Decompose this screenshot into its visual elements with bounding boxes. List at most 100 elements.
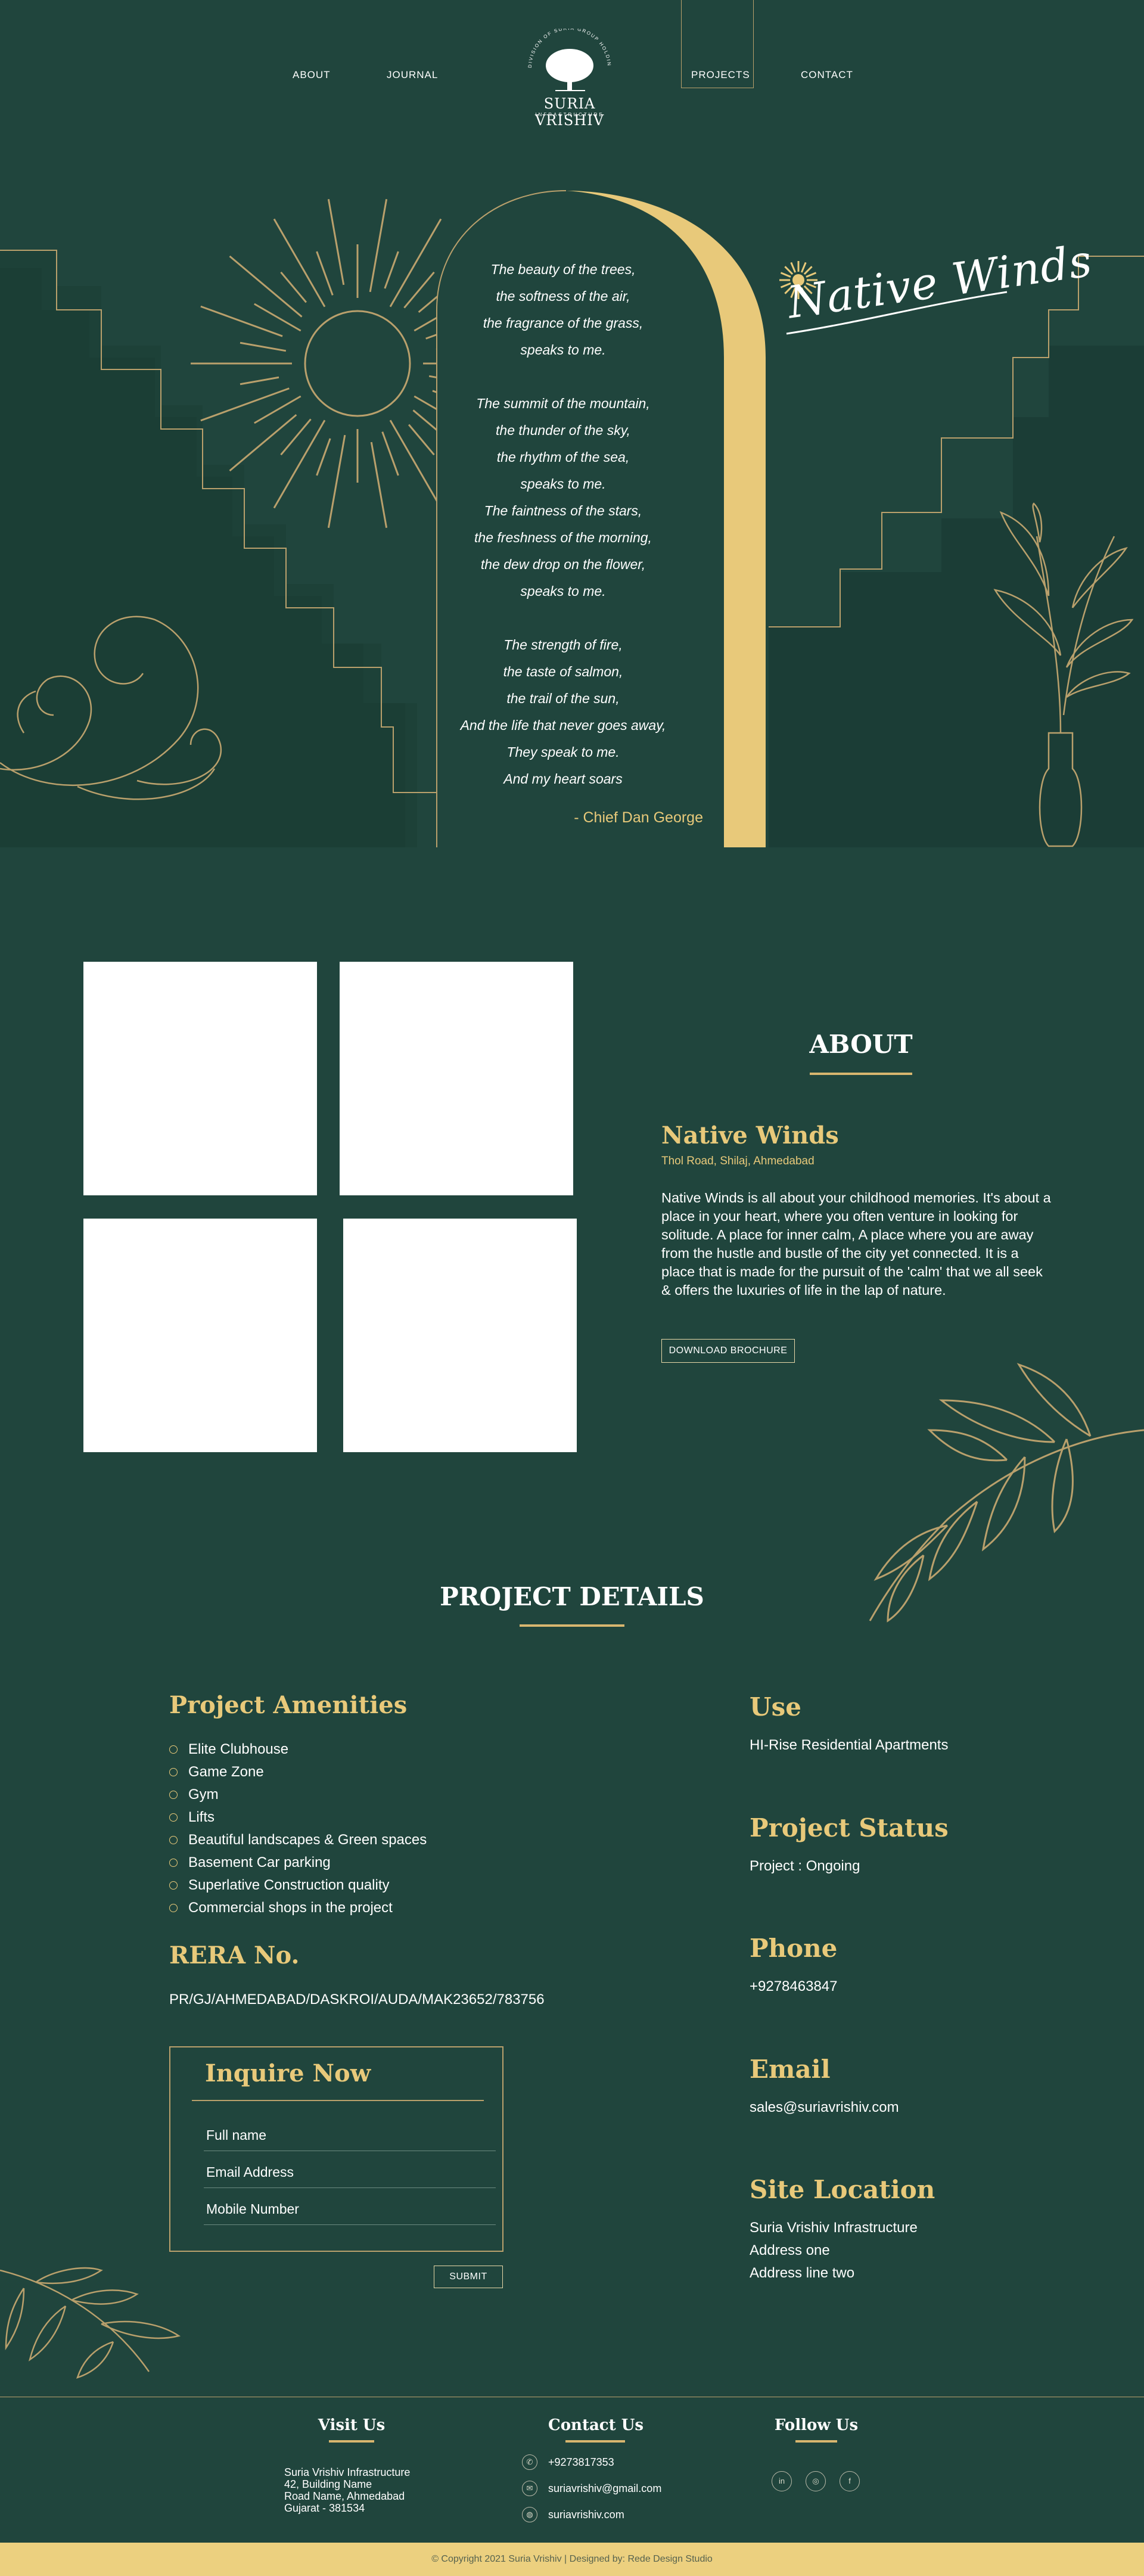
use-title: Use [750, 1692, 801, 1722]
project-details-heading: PROJECT DETAILS [440, 1582, 704, 1611]
facebook-icon[interactable]: f [840, 2471, 860, 2491]
leaf-branch-decoration [869, 1363, 1144, 1623]
use-value: HI-Rise Residential Apartments [750, 1737, 949, 1753]
project-name: Native Winds [661, 1121, 839, 1149]
footer-contact-phone[interactable]: ✆ +9273817353 [522, 2454, 725, 2481]
amenity-item: Gym [169, 1783, 622, 1806]
email-value[interactable]: sales@suriavrishiv.com [750, 2096, 899, 2119]
sun-ray [790, 262, 797, 273]
email-address-field[interactable]: Email Address [204, 2151, 496, 2188]
sun-ray [800, 262, 807, 273]
site-location-line: Address line two [750, 2265, 855, 2281]
gallery-image-4[interactable] [343, 1219, 577, 1452]
rera-number: PR/GJ/AHMEDABAD/DASKROI/AUDA/MAK23652/78… [169, 1991, 545, 2008]
site-location-lines: Suria Vrishiv Infrastructure Address one… [750, 2217, 918, 2285]
nav-projects[interactable]: PROJECTS [691, 69, 750, 81]
phone-title: Phone [750, 1934, 838, 1963]
poem-stanza: The strength of fire, the taste of salmo… [460, 637, 666, 787]
site-location-title: Site Location [750, 2175, 935, 2204]
about-description: Native Winds is all about your childhood… [661, 1190, 1051, 1298]
sun-ray [370, 442, 388, 529]
footer: Visit Us Suria Vrishiv Infrastructure 42… [0, 2397, 1144, 2543]
footer-website-text: suriavrishiv.com [548, 2509, 624, 2521]
footer-address-line: Road Name, Ahmedabad [284, 2490, 405, 2502]
footer-address-line: 42, Building Name [284, 2478, 372, 2490]
download-brochure-button[interactable]: DOWNLOAD BROCHURE [661, 1339, 795, 1363]
tree-icon: DIVISION OF SURIA GROUP HOLDINGS [520, 29, 611, 91]
project-details-underline [520, 1624, 624, 1627]
leaf-branch-bottom-decoration [0, 2267, 181, 2379]
email-title: Email [750, 2055, 831, 2084]
footer-contact-underline [565, 2440, 625, 2443]
poem-stanza: The beauty of the trees, the softness of… [483, 262, 644, 358]
about-heading-underline [810, 1073, 912, 1075]
footer-follow-title: Follow Us [774, 2416, 859, 2434]
nav-about[interactable]: ABOUT [293, 69, 331, 81]
nav-journal[interactable]: JOURNAL [387, 69, 438, 81]
footer-contact-title: Contact Us [548, 2416, 644, 2434]
poem: The beauty of the trees, the softness of… [441, 256, 685, 819]
poem-author: - Chief Dan George [574, 809, 703, 826]
gallery-image-2[interactable] [340, 962, 573, 1195]
inquiry-form: Inquire Now Full name Email Address Mobi… [169, 2046, 503, 2252]
inquiry-form-title: Inquire Now [205, 2059, 371, 2087]
footer-follow-underline [795, 2440, 837, 2443]
footer-contact-list: ✆ +9273817353 ✉ suriavrishiv@gmail.com ◍… [522, 2454, 725, 2533]
footer-contact-website[interactable]: ◍ suriavrishiv.com [522, 2507, 725, 2533]
site-location-line: Address one [750, 2242, 830, 2258]
rera-title: RERA No. [169, 1941, 300, 1969]
linkedin-icon[interactable]: in [772, 2471, 792, 2491]
mobile-number-field[interactable]: Mobile Number [204, 2188, 496, 2225]
hero-section: ABOUT JOURNAL PROJECTS CONTACT DIVISION … [0, 0, 1144, 847]
amenity-item: Elite Clubhouse [169, 1738, 622, 1761]
sun-ray [316, 438, 331, 476]
sun-ray [200, 387, 290, 422]
submit-button[interactable]: SUBMIT [434, 2266, 503, 2288]
poem-stanza: The summit of the mountain, the thunder … [474, 396, 652, 599]
amenity-item: Game Zone [169, 1761, 622, 1783]
sun-ray [327, 198, 345, 285]
about-heading: ABOUT [809, 1030, 913, 1059]
status-title: Project Status [750, 1813, 949, 1842]
instagram-icon[interactable]: ◎ [806, 2471, 826, 2491]
footer-address-line: Suria Vrishiv Infrastructure [284, 2466, 411, 2478]
sun-ray [316, 251, 334, 296]
form-title-divider [192, 2100, 484, 2101]
sun-ray [327, 434, 346, 529]
phone-value[interactable]: +9278463847 [750, 1975, 838, 1998]
amenities-list: Elite Clubhouse Game Zone Gym Lifts Beau… [169, 1738, 622, 1919]
sun-ray [381, 431, 399, 476]
sun-ray [254, 303, 301, 332]
nav-contact[interactable]: CONTACT [801, 69, 853, 81]
footer-visit-title: Visit Us [318, 2416, 386, 2434]
amenity-item: Basement Car parking [169, 1851, 622, 1874]
amenity-item: Lifts [169, 1806, 622, 1829]
gallery-image-3[interactable] [83, 1219, 317, 1452]
sun-ray [803, 266, 813, 275]
sun-ray [280, 271, 307, 303]
footer-address-line: Gujarat - 381534 [284, 2502, 365, 2514]
mail-icon: ✉ [522, 2481, 537, 2496]
sun-ray [229, 414, 297, 472]
footer-contact-email[interactable]: ✉ suriavrishiv@gmail.com [522, 2481, 725, 2507]
logo[interactable]: DIVISION OF SURIA GROUP HOLDINGS SURIA V… [520, 29, 620, 129]
amenities-title: Project Amenities [169, 1691, 408, 1719]
amenity-item: Commercial shops in the project [169, 1897, 622, 1919]
logo-subtitle: INFRASTRUCTURE [535, 112, 604, 117]
sun-ray [384, 251, 399, 289]
sun-ray [229, 255, 303, 318]
footer-email-text: suriavrishiv@gmail.com [548, 2482, 662, 2494]
footer-visit-underline [329, 2440, 374, 2443]
footer-phone-text: +9273817353 [548, 2456, 614, 2468]
sun-ray [240, 376, 279, 386]
site-location-line: Suria Vrishiv Infrastructure [750, 2220, 918, 2236]
sun-ray [240, 341, 287, 352]
sun-ray [254, 395, 301, 424]
amenity-item: Beautiful landscapes & Green spaces [169, 1829, 622, 1851]
footer-address: Suria Vrishiv Infrastructure 42, Buildin… [284, 2466, 439, 2514]
gallery-image-1[interactable] [83, 962, 317, 1195]
sun-ray [784, 266, 794, 275]
full-name-field[interactable]: Full name [204, 2114, 496, 2151]
sun-ray [780, 272, 791, 278]
copyright-bar: © Copyright 2021 Suria Vrishiv | Designe… [0, 2543, 1144, 2576]
